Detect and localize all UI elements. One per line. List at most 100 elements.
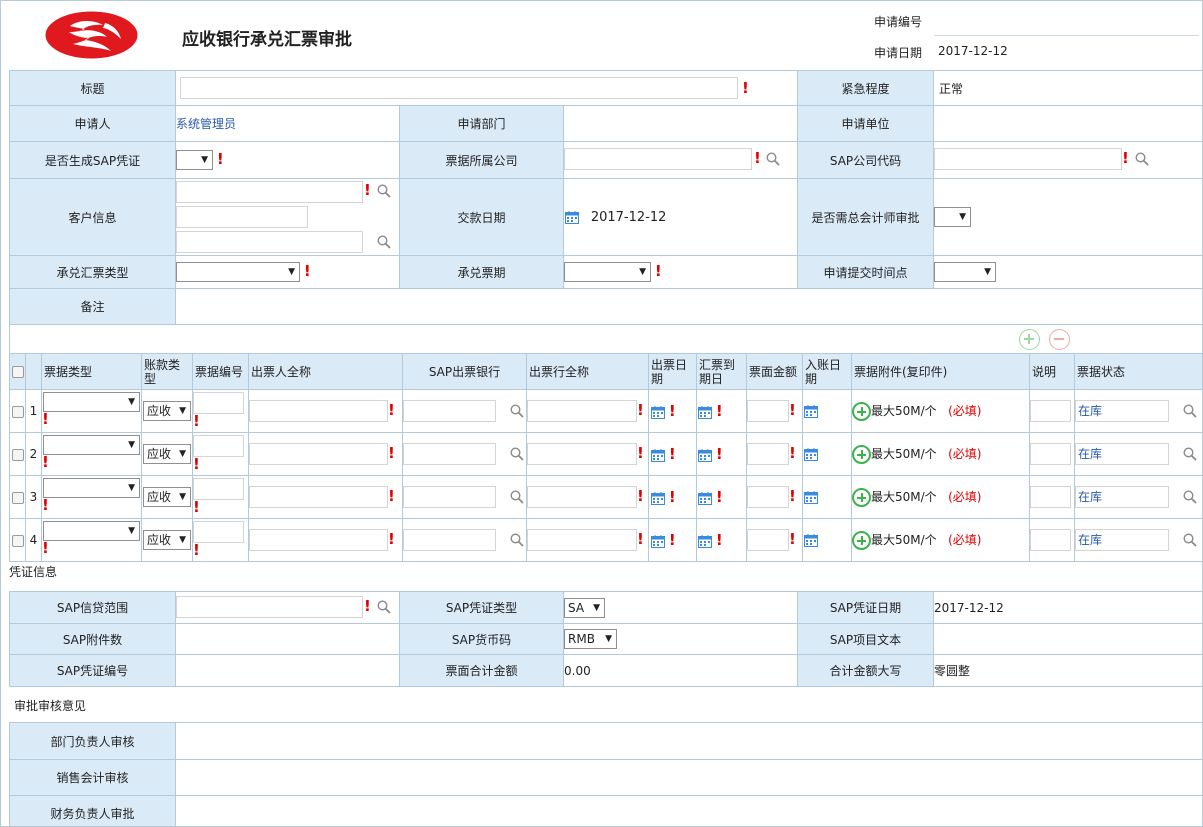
remark-value[interactable] [174, 288, 1202, 325]
bill-type-select[interactable]: ▼ [43, 478, 140, 498]
calendar-icon[interactable] [651, 448, 665, 462]
pay-date-value[interactable]: 2017-12-12 [591, 210, 667, 225]
account-type-select[interactable]: 应收 ▼ [143, 401, 191, 421]
note-input[interactable] [1030, 443, 1071, 465]
remove-row-icon[interactable] [1049, 329, 1070, 350]
bill-no-input[interactable] [193, 392, 244, 414]
bank-name-input[interactable] [527, 529, 637, 551]
vtype-select[interactable]: SA ▼ [564, 597, 605, 618]
chief-select[interactable]: ▼ [934, 207, 972, 227]
title-input[interactable] [180, 77, 738, 99]
bank-name-input[interactable] [527, 486, 637, 508]
row-checkbox[interactable] [11, 491, 24, 504]
sales-acct-opinion[interactable] [175, 759, 1202, 796]
search-icon[interactable] [1183, 490, 1197, 504]
amount-input[interactable] [747, 529, 789, 551]
search-icon[interactable] [1135, 152, 1149, 166]
submit-time-label: 申请提交时间点 [797, 255, 935, 289]
calendar-icon[interactable] [698, 534, 712, 548]
calendar-icon[interactable] [804, 448, 818, 461]
calendar-icon[interactable] [565, 210, 579, 224]
bank-name-input[interactable] [527, 443, 637, 465]
row-checkbox[interactable] [11, 448, 24, 461]
search-icon[interactable] [510, 404, 524, 418]
sap-bank-input[interactable] [403, 486, 496, 508]
search-icon[interactable] [510, 447, 524, 461]
sap-bank-input[interactable] [403, 529, 496, 551]
bill-type-select[interactable]: ▼ [43, 435, 140, 455]
fin-head-opinion[interactable] [175, 795, 1202, 826]
search-icon[interactable] [1183, 447, 1197, 461]
add-attachment-icon[interactable] [852, 487, 871, 507]
amount-input[interactable] [747, 443, 789, 465]
bill-type-select[interactable]: ▼ [43, 392, 140, 412]
search-icon[interactable] [377, 600, 391, 614]
sap-code-input[interactable] [934, 148, 1123, 170]
calendar-icon[interactable] [698, 405, 712, 419]
account-type-select[interactable]: 应收 ▼ [143, 530, 191, 550]
calendar-icon[interactable] [804, 491, 818, 504]
bill-type-select[interactable]: ▼ [43, 521, 140, 541]
note-input[interactable] [1030, 529, 1071, 551]
row-checkbox[interactable] [11, 534, 24, 547]
search-icon[interactable] [510, 533, 524, 547]
applicant-value[interactable]: 系统管理员 [175, 105, 400, 142]
account-type-select[interactable]: 应收 ▼ [143, 487, 191, 507]
calendar-icon[interactable] [651, 534, 665, 548]
drawer-name-input[interactable] [249, 529, 388, 551]
submit-time-select[interactable]: ▼ [934, 262, 997, 282]
term-select[interactable]: ▼ [564, 262, 651, 282]
sap-bank-input[interactable] [403, 400, 496, 422]
required-mark: ! [637, 529, 644, 548]
dept-head-opinion[interactable] [175, 722, 1202, 760]
calendar-icon[interactable] [651, 405, 665, 419]
company-logo [45, 11, 138, 59]
drawer-name-input[interactable] [249, 400, 388, 422]
calendar-icon[interactable] [804, 405, 818, 418]
customer-input-3[interactable] [176, 231, 363, 253]
vtype-cell: SA ▼ [563, 591, 798, 624]
currency-select[interactable]: RMB ▼ [564, 629, 617, 649]
add-attachment-icon[interactable] [852, 401, 871, 421]
account-type-select[interactable]: 应收 ▼ [143, 444, 191, 464]
customer-input-1[interactable] [176, 181, 363, 203]
company-input[interactable] [564, 148, 752, 170]
status-input[interactable]: 在库 [1075, 400, 1169, 422]
add-attachment-icon[interactable] [852, 444, 871, 464]
gen-sap-select[interactable]: ▼ [176, 150, 213, 170]
search-icon[interactable] [766, 152, 780, 166]
search-icon[interactable] [1183, 404, 1197, 418]
bill-no-input[interactable] [193, 478, 244, 500]
due-date-cell: ! [696, 432, 747, 476]
calendar-icon[interactable] [698, 491, 712, 505]
add-row-icon[interactable] [1019, 329, 1040, 350]
amount-input[interactable] [747, 400, 789, 422]
row-checkbox[interactable] [11, 405, 24, 418]
bill-no-cell: ! [192, 432, 249, 476]
drawer-name-input[interactable] [249, 486, 388, 508]
search-icon[interactable] [377, 184, 391, 198]
status-input[interactable]: 在库 [1075, 443, 1169, 465]
bill-type-select[interactable]: ▼ [176, 262, 300, 282]
note-input[interactable] [1030, 486, 1071, 508]
bill-no-input[interactable] [193, 435, 244, 457]
bill-no-input[interactable] [193, 521, 244, 543]
search-icon[interactable] [510, 490, 524, 504]
credit-input[interactable] [176, 596, 363, 618]
search-icon[interactable] [1183, 533, 1197, 547]
dept-head-label: 部门负责人审核 [9, 722, 176, 760]
calendar-icon[interactable] [651, 491, 665, 505]
search-icon[interactable] [377, 235, 391, 249]
note-input[interactable] [1030, 400, 1071, 422]
status-input[interactable]: 在库 [1075, 529, 1169, 551]
sap-bank-input[interactable] [403, 443, 496, 465]
drawer-name-input[interactable] [249, 443, 388, 465]
status-input[interactable]: 在库 [1075, 486, 1169, 508]
calendar-icon[interactable] [698, 448, 712, 462]
add-attachment-icon[interactable] [852, 530, 871, 550]
amount-input[interactable] [747, 486, 789, 508]
calendar-icon[interactable] [804, 534, 818, 547]
select-all-checkbox[interactable] [12, 366, 24, 378]
bank-name-input[interactable] [527, 400, 637, 422]
customer-input-2[interactable] [176, 206, 308, 228]
